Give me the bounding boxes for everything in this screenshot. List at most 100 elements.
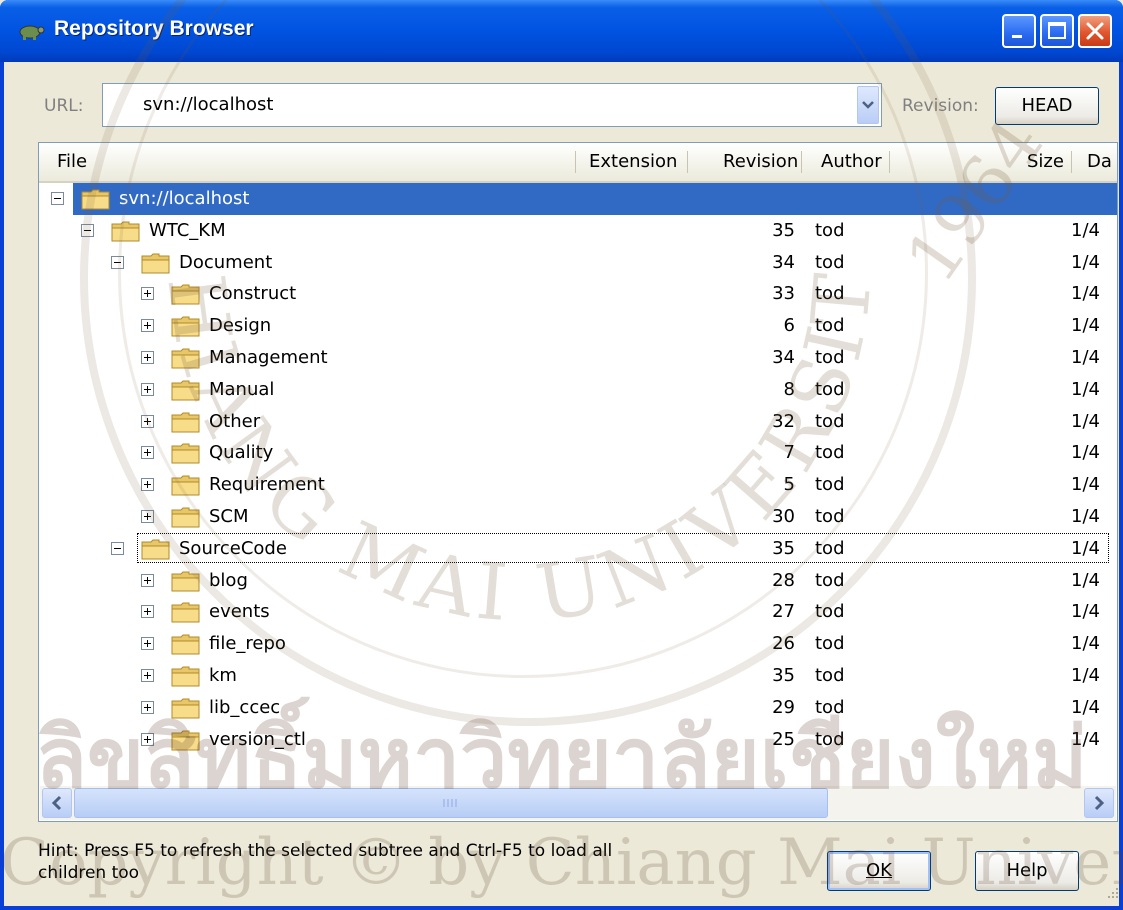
repository-browser-window: Repository Browser URL: svn://localhost … <box>0 0 1123 910</box>
tree-row[interactable]: blog 28 tod 1/4 <box>39 565 1117 597</box>
date-cell: 1/4 <box>1071 410 1100 432</box>
tree-item-name[interactable]: lib_ccec <box>209 692 280 724</box>
scroll-left-button[interactable] <box>42 788 72 818</box>
minimize-button[interactable] <box>1002 14 1036 48</box>
tree-row[interactable]: km 35 tod 1/4 <box>39 660 1117 692</box>
ok-button-label: OK <box>866 860 892 881</box>
column-divider[interactable] <box>801 151 802 173</box>
author-cell: tod <box>815 442 845 464</box>
tree-row[interactable]: Document 34 tod 1/4 <box>39 247 1117 279</box>
horizontal-scrollbar[interactable] <box>40 786 1116 820</box>
author-cell: tod <box>815 219 845 241</box>
expand-icon[interactable] <box>141 287 154 301</box>
expand-icon[interactable] <box>141 351 154 364</box>
resize-grip-icon[interactable] <box>1102 884 1122 904</box>
maximize-button[interactable] <box>1040 14 1074 48</box>
collapse-icon[interactable] <box>111 541 124 555</box>
column-divider[interactable] <box>575 151 576 173</box>
url-value[interactable]: svn://localhost <box>143 94 273 115</box>
scroll-thumb[interactable] <box>74 788 828 818</box>
date-cell: 1/4 <box>1071 474 1100 496</box>
tree-row[interactable]: file_repo 26 tod 1/4 <box>39 628 1117 660</box>
tree-item-name[interactable]: Management <box>209 342 328 374</box>
tree-item-name[interactable]: Other <box>209 406 260 438</box>
tree-row[interactable]: lib_ccec 29 tod 1/4 <box>39 692 1117 724</box>
column-author[interactable]: Author <box>821 143 882 181</box>
close-button[interactable] <box>1078 14 1112 48</box>
tree-item-name[interactable]: SourceCode <box>179 533 287 565</box>
expand-icon[interactable] <box>141 605 154 619</box>
date-cell: 1/4 <box>1071 283 1100 305</box>
tree-row[interactable]: SCM 30 tod 1/4 <box>39 501 1117 533</box>
tree-row[interactable]: Requirement 5 tod 1/4 <box>39 469 1117 501</box>
expand-icon[interactable] <box>141 510 154 523</box>
column-size[interactable]: Size <box>1027 143 1064 181</box>
folder-icon <box>171 507 200 528</box>
author-cell: tod <box>815 347 845 368</box>
revision-cell: 32 <box>772 410 795 432</box>
tree-item-name[interactable]: blog <box>209 565 248 597</box>
tree-item-name[interactable]: Quality <box>209 437 273 469</box>
expand-icon[interactable] <box>141 732 154 746</box>
expand-icon[interactable] <box>141 573 154 587</box>
tree-item-name[interactable]: Construct <box>209 278 296 310</box>
tree-item-name[interactable]: Design <box>209 310 271 342</box>
tree-row[interactable]: events 27 tod 1/4 <box>39 596 1117 628</box>
url-label: URL: <box>44 96 84 116</box>
tree-row[interactable]: svn://localhost <box>39 183 1117 215</box>
help-button[interactable]: Help <box>975 851 1079 891</box>
tree-item-name[interactable]: svn://localhost <box>119 183 249 215</box>
folder-icon <box>171 284 200 305</box>
folder-icon <box>141 253 170 274</box>
tree-row[interactable]: Construct 33 tod 1/4 <box>39 278 1117 310</box>
column-divider[interactable] <box>1071 151 1072 173</box>
collapse-icon[interactable] <box>51 192 64 205</box>
expand-icon[interactable] <box>141 319 154 333</box>
expand-icon[interactable] <box>141 637 154 651</box>
revision-head-button[interactable]: HEAD <box>995 87 1099 125</box>
url-dropdown-button[interactable] <box>857 86 879 124</box>
expand-icon[interactable] <box>141 669 154 682</box>
tree-row[interactable]: Management 34 tod 1/4 <box>39 342 1117 374</box>
expand-icon[interactable] <box>141 478 154 492</box>
tree-item-name[interactable]: SCM <box>209 501 249 533</box>
tree-row[interactable]: Other 32 tod 1/4 <box>39 406 1117 438</box>
revision-cell <box>679 183 795 215</box>
folder-icon <box>171 443 200 464</box>
tree-row[interactable]: version_ctl 25 tod 1/4 <box>39 724 1117 756</box>
ok-button[interactable]: OK <box>827 851 931 891</box>
date-cell: 1/4 <box>1071 315 1100 337</box>
url-combobox[interactable]: svn://localhost <box>102 83 882 127</box>
tree-item-name[interactable]: file_repo <box>209 628 286 660</box>
tree-row[interactable]: SourceCode 35 tod 1/4 <box>39 532 1117 565</box>
expand-icon[interactable] <box>141 700 154 714</box>
column-revision[interactable]: Revision <box>723 143 798 181</box>
tree-item-name[interactable]: events <box>209 596 270 628</box>
scroll-right-button[interactable] <box>1084 788 1114 818</box>
expand-icon[interactable] <box>141 382 154 396</box>
title-bar[interactable]: Repository Browser <box>0 0 1123 62</box>
column-extension[interactable]: Extension <box>589 143 677 181</box>
tree-item-name[interactable]: km <box>209 660 237 692</box>
column-divider[interactable] <box>889 151 890 173</box>
repository-tree-list[interactable]: File Extension Revision Author Size Da s… <box>38 142 1118 822</box>
column-file[interactable]: File <box>57 143 87 181</box>
tree-row[interactable]: Manual 8 tod 1/4 <box>39 374 1117 406</box>
column-divider[interactable] <box>687 151 688 173</box>
folder-icon <box>171 348 200 369</box>
expand-icon[interactable] <box>141 414 154 428</box>
maximize-icon <box>1048 22 1066 39</box>
tree-item-name[interactable]: Manual <box>209 374 274 406</box>
tree-row[interactable]: WTC_KM 35 tod 1/4 <box>39 215 1117 247</box>
column-date[interactable]: Da <box>1087 143 1112 181</box>
tree-row[interactable]: Quality 7 tod 1/4 <box>39 437 1117 469</box>
tree-item-name[interactable]: Requirement <box>209 469 325 501</box>
collapse-icon[interactable] <box>111 255 124 269</box>
collapse-icon[interactable] <box>81 223 94 237</box>
tree-row[interactable]: Design 6 tod 1/4 <box>39 310 1117 342</box>
revision-cell: 35 <box>772 537 795 559</box>
tree-item-name[interactable]: version_ctl <box>209 724 306 756</box>
expand-icon[interactable] <box>141 446 154 460</box>
tree-item-name[interactable]: Document <box>179 247 272 279</box>
tree-item-name[interactable]: WTC_KM <box>149 215 226 247</box>
